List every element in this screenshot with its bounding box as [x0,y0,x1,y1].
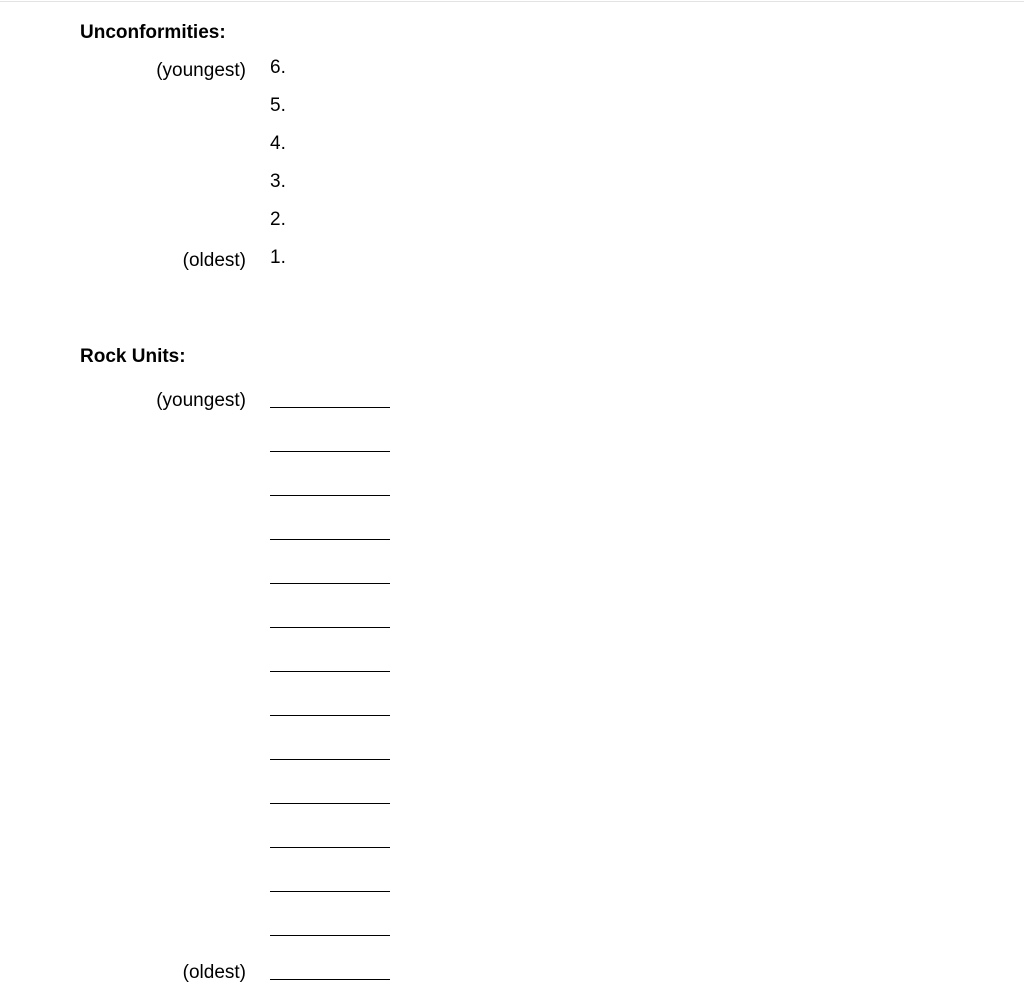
rock-units-row-7 [80,634,1024,676]
blank-line [270,959,390,980]
oldest-label-rock-units: (oldest) [80,962,270,984]
rock-units-row-11 [80,810,1024,852]
unconformities-item-1: 1. [270,244,286,272]
unconformities-item-5: 5. [270,92,286,120]
rock-units-row-9 [80,722,1024,764]
rock-units-row-14: (oldest) [80,942,1024,984]
blank-line [270,475,390,496]
blank-line [270,651,390,672]
unconformities-heading: Unconformities: [80,22,1024,44]
blank-line [270,871,390,892]
blank-line [270,519,390,540]
rock-units-row-13 [80,898,1024,940]
unconformities-item-3: 3. [270,168,286,196]
youngest-label-rock-units: (youngest) [80,390,270,412]
rock-units-heading: Rock Units: [80,346,1024,368]
blank-line [270,915,390,936]
unconformities-row-1: (oldest) 1. [80,244,1024,272]
unconformities-row-5: 5. [80,92,1024,120]
oldest-label-unconformities: (oldest) [80,250,270,272]
blank-line [270,827,390,848]
rock-units-row-3 [80,458,1024,500]
unconformities-row-2: 2. [80,206,1024,234]
unconformities-item-4: 4. [270,130,286,158]
blank-line [270,695,390,716]
rock-units-row-12 [80,854,1024,896]
rock-units-row-10 [80,766,1024,808]
blank-line [270,783,390,804]
unconformities-row-4: 4. [80,130,1024,158]
unconformities-row-3: 3. [80,168,1024,196]
blank-line [270,563,390,584]
rock-units-row-5 [80,546,1024,588]
rock-units-row-6 [80,590,1024,632]
blank-line [270,739,390,760]
blank-line [270,607,390,628]
rock-units-row-8 [80,678,1024,720]
youngest-label-unconformities: (youngest) [80,60,270,82]
blank-line [270,387,390,408]
top-divider [0,1,1024,2]
unconformities-row-6: (youngest) 6. [80,54,1024,82]
unconformities-item-6: 6. [270,54,286,82]
rock-units-row-4 [80,502,1024,544]
unconformities-item-2: 2. [270,206,286,234]
rock-units-row-2 [80,414,1024,456]
rock-units-row-1: (youngest) [80,378,1024,412]
blank-line [270,431,390,452]
